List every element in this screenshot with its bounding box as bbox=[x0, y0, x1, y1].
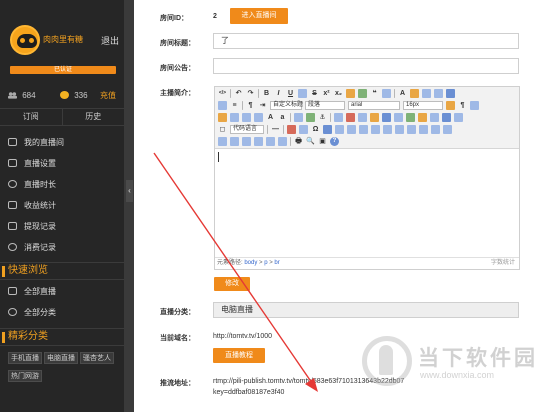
annotation-arrow-icon bbox=[153, 152, 318, 392]
app-window: 肉肉里有糖 退出 已认证 684 336 充值 订阅 历史 我的直播间 直播设置… bbox=[0, 0, 548, 412]
